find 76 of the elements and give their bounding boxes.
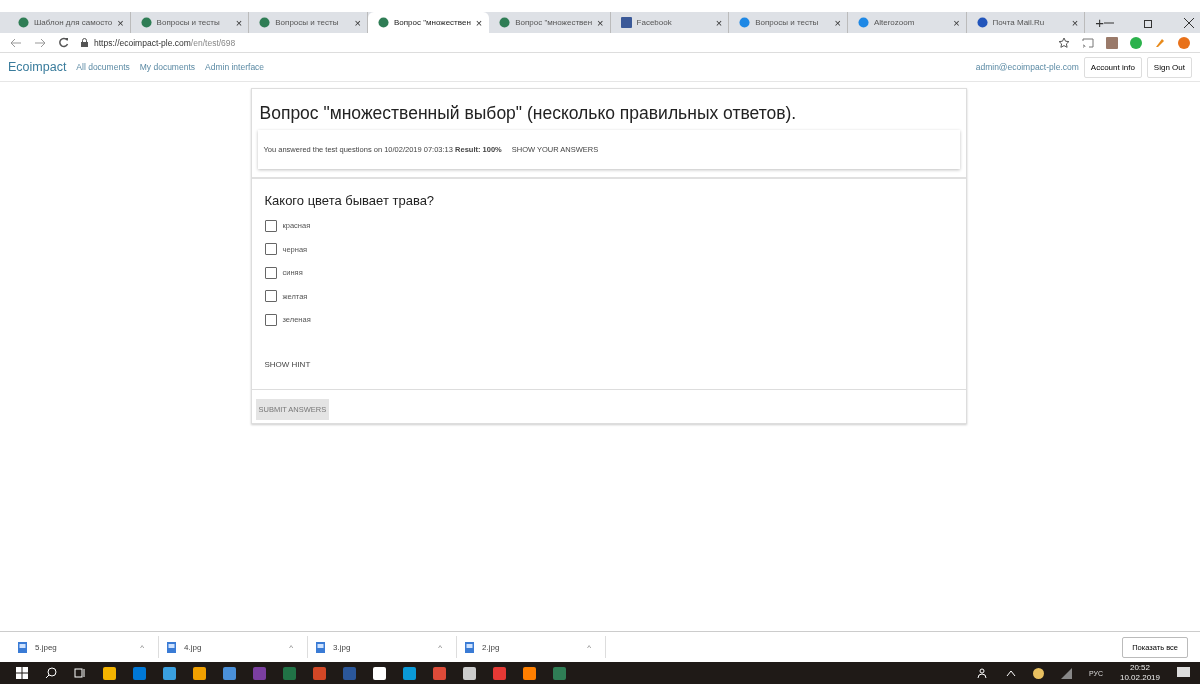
user-email: admin@ecoimpact-ple.com	[975, 62, 1079, 72]
caret-icon[interactable]: ^	[289, 642, 293, 652]
favicon-icon	[976, 17, 988, 28]
chevron-up-icon[interactable]	[1005, 669, 1016, 677]
reload-icon[interactable]	[58, 37, 69, 48]
nav-link[interactable]: Admin interface	[205, 62, 265, 72]
nav-button[interactable]: Sign Out	[1146, 56, 1192, 78]
cast-icon[interactable]	[1082, 36, 1094, 49]
test-title: Вопрос "множественный выбор" (несколько правильных ответов).	[258, 102, 798, 125]
favicon-icon	[18, 17, 29, 28]
favicon-icon	[259, 17, 271, 28]
address-field[interactable]: https://ecoimpact-ple.com/en/test/698	[81, 34, 1046, 51]
taskbar-app-icon[interactable]	[373, 666, 386, 680]
close-tab-icon[interactable]: ×	[235, 16, 243, 29]
restore-icon[interactable]	[1144, 17, 1154, 28]
image-file-icon	[316, 641, 325, 653]
close-tab-icon[interactable]: ×	[117, 16, 124, 29]
favicon-icon	[140, 17, 152, 28]
clock-time[interactable]: 20:52	[1129, 663, 1150, 673]
taskbar-app-icon[interactable]	[163, 666, 176, 680]
clock-date[interactable]: 10.02.2019	[1119, 673, 1160, 683]
close-icon[interactable]	[1184, 17, 1194, 28]
browser-tab[interactable]: Вопрос "множествен ×	[367, 12, 490, 33]
image-file-icon	[167, 641, 176, 653]
show-hint-button[interactable]: SHOW HINT	[264, 359, 311, 369]
windows-start-icon[interactable]	[16, 667, 28, 679]
people-icon[interactable]	[976, 667, 989, 679]
close-tab-icon[interactable]: ×	[597, 16, 604, 29]
close-tab-icon[interactable]: ×	[953, 16, 960, 29]
search-icon[interactable]	[45, 667, 57, 679]
favicon-icon	[620, 17, 632, 28]
close-tab-icon[interactable]: ×	[475, 16, 483, 29]
image-file-icon	[18, 641, 27, 653]
checkbox[interactable]	[264, 290, 277, 303]
brand-link[interactable]: Ecoimpact	[8, 60, 67, 74]
extension-icon[interactable]	[1130, 36, 1142, 49]
download-item[interactable]: 4.jpg ^	[167, 636, 308, 658]
download-item[interactable]: 2.jpg ^	[465, 636, 606, 658]
task-view-icon[interactable]	[74, 667, 86, 679]
forward-icon[interactable]	[34, 37, 46, 48]
caret-icon[interactable]: ^	[438, 642, 442, 652]
nav-button[interactable]: Account info	[1083, 56, 1142, 78]
checkbox[interactable]	[264, 243, 277, 256]
tray-app-icon[interactable]	[1032, 667, 1044, 679]
lock-icon	[81, 38, 88, 47]
question-text: Какого цвета бывает трава?	[264, 193, 436, 208]
image-file-icon	[465, 641, 474, 653]
taskbar-app-icon[interactable]	[523, 666, 536, 680]
taskbar-app-icon[interactable]	[103, 666, 116, 680]
back-icon[interactable]	[10, 37, 22, 48]
close-tab-icon[interactable]: ×	[715, 16, 723, 29]
checkbox[interactable]	[264, 313, 277, 326]
extension-icon[interactable]	[1106, 36, 1118, 49]
network-icon[interactable]	[1060, 667, 1072, 679]
nav-link[interactable]: All documents	[76, 62, 130, 72]
taskbar-app-icon[interactable]	[193, 666, 206, 680]
checkbox[interactable]	[264, 219, 277, 232]
close-tab-icon[interactable]: ×	[1071, 16, 1079, 29]
favicon-icon	[499, 17, 511, 28]
new-tab-button[interactable]: +	[1095, 14, 1104, 31]
close-tab-icon[interactable]: ×	[834, 16, 841, 29]
download-item[interactable]: 3.jpg ^	[316, 636, 457, 658]
star-icon[interactable]	[1058, 36, 1070, 49]
profile-icon[interactable]	[1178, 36, 1190, 49]
caret-icon[interactable]: ^	[140, 642, 144, 652]
favicon-icon	[857, 17, 869, 28]
notification-icon[interactable]	[1177, 667, 1190, 679]
checkbox[interactable]	[264, 266, 277, 279]
taskbar-app-icon[interactable]	[463, 666, 476, 680]
favicon-icon	[739, 17, 751, 28]
extension-icon[interactable]	[1154, 36, 1166, 49]
caret-icon[interactable]: ^	[587, 642, 591, 652]
nav-link[interactable]: My documents	[139, 62, 196, 72]
download-item[interactable]: 5.jpeg ^	[18, 636, 159, 658]
favicon-icon	[377, 17, 389, 28]
close-tab-icon[interactable]: ×	[354, 16, 361, 29]
